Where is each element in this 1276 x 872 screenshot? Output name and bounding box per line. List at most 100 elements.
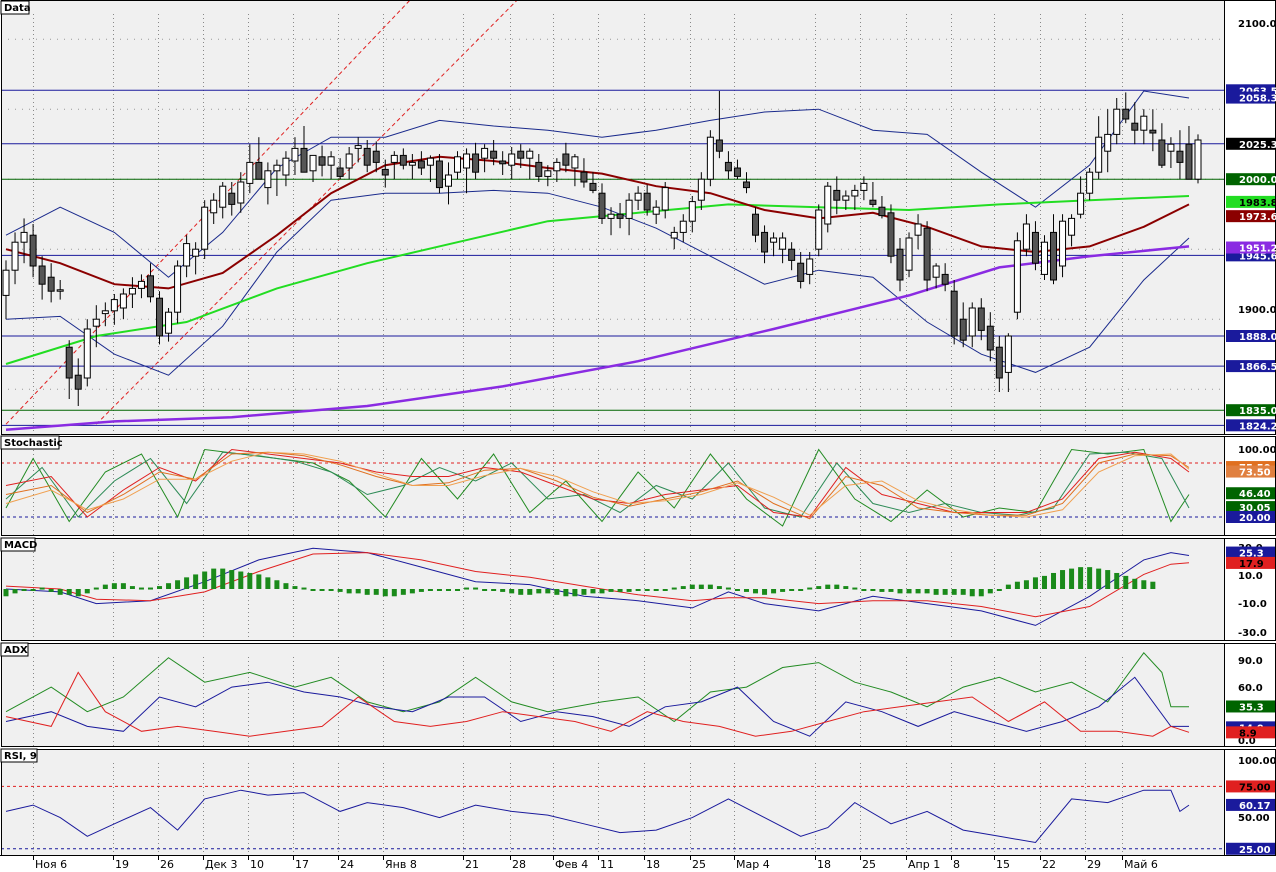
candle-up [1077,192,1085,215]
price-value-tag-1973.6: 1973.6 [1239,212,1276,223]
candle-up [1167,143,1175,152]
macd-hist-bar [48,589,54,592]
macd-hist-bar [292,586,298,589]
candle-up [83,328,91,379]
candle-up [1194,139,1202,180]
macd-hist-bar [445,589,451,591]
candle-down [977,307,985,331]
candle-up [1086,171,1094,194]
candle-up [264,170,272,189]
candle-down [562,153,570,166]
macd-hist-bar [1023,580,1029,589]
xaxis-label: Дек 3 [205,858,238,871]
macd-hist-bar [102,584,108,589]
macd-hist-bar [129,586,135,589]
xaxis-label: 18 [646,858,660,871]
candle-down [300,147,308,173]
macd-hist-bar [753,589,759,594]
macd-hist-bar [21,589,27,591]
candle-down [1122,108,1130,120]
candle-down [869,199,877,205]
macd-hist-bar [807,587,813,590]
macd-hist-bar [346,589,352,594]
macd-hist-bar [762,589,768,595]
candle-up [192,248,200,257]
candle-up [1104,133,1112,152]
candle-up [408,161,416,166]
xaxis-label: 22 [1042,858,1056,871]
candle-up [1040,241,1048,275]
candle-up [390,154,398,163]
candle-up [426,157,434,166]
candle-up [1068,217,1076,236]
candle-up [119,293,127,309]
macd-hist-bar [590,589,596,594]
macd-hist-bar [662,589,668,591]
candle-down [38,265,46,285]
macd-hist-bar [464,587,470,590]
macd-hist-bar [400,589,406,595]
macd-hist-bar [1060,570,1066,589]
macd-hist-bar [653,589,659,591]
candle-down [797,262,805,282]
adx-ytick-60: 60.0 [1238,683,1263,694]
candle-up [444,174,452,187]
macd-hist-bar [861,589,867,591]
macd-hist-bar [166,583,172,589]
macd-hist-bar [1114,572,1120,589]
macd-hist-bar [689,584,695,589]
candle-down [616,213,624,219]
price-tag-1824.2: 1824.2 [1239,421,1276,432]
macd-hist-bar [933,589,939,595]
xaxis-label: 18 [817,858,831,871]
candle-up [137,280,145,289]
xaxis-label: 19 [115,858,129,871]
candle-up [454,156,462,173]
candle-up [670,231,678,239]
candle-up [679,220,687,233]
candle-up [246,161,254,184]
candle-up [1140,115,1148,131]
candle-down [363,147,371,166]
macd-hist-bar [319,589,325,591]
macd-hist-bar [39,587,45,590]
macd-hist-bar [229,570,235,589]
macd-hist-bar [1105,570,1111,589]
candle-down [399,154,407,166]
price-value-tag-1951.2: 1951.2 [1239,244,1276,255]
candle-up [1059,220,1067,267]
adx-ytick-90: 90.0 [1238,656,1263,667]
macd-hist-bar [644,589,650,591]
candle-down [580,171,588,183]
macd-hist-bar [906,589,912,594]
xaxis-label: Май 6 [1124,858,1158,871]
macd-hist-bar [3,589,9,597]
candle-down [1176,150,1184,163]
macd-hist-bar [680,586,686,589]
macd-hist-bar [220,568,226,589]
macd-hist-bar [743,589,749,592]
xaxis-label: Мар 4 [736,858,770,871]
candle-up [607,213,615,219]
macd-hist-bar [120,583,126,589]
candle-up [20,231,28,243]
candle-up [544,170,552,177]
macd-hist-bar [626,589,632,592]
price-panel-title: Data [4,3,31,14]
macd-hist-bar [527,589,533,595]
price-tag-1835.0: 1835.0 [1239,406,1276,417]
price-tag-2058.3: 2058.3 [1239,94,1276,105]
macd-hist-bar [409,589,415,594]
candle-up [815,209,823,250]
candle-up [309,154,317,172]
macd-hist-bar [825,584,831,589]
candle-up [779,237,787,250]
candle-up [101,310,109,315]
candle-up [968,307,976,337]
candle-down [887,212,895,257]
price-ytick-1900: 1900.0 [1238,305,1276,316]
candle-down [878,206,886,217]
macd-hist-bar [473,587,479,590]
macd-hist-bar [716,586,722,589]
macd-hist-bar [265,577,271,589]
